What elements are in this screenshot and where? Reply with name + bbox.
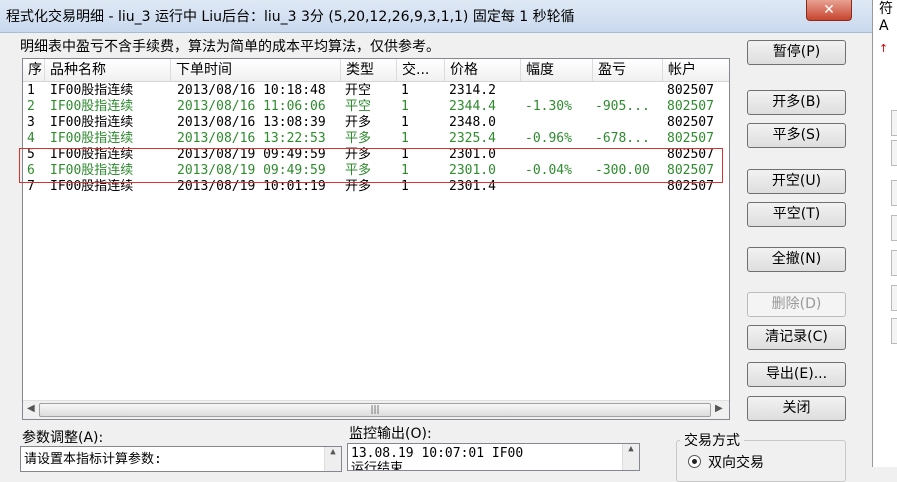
monitor-label: 监控输出(O): [349,426,432,442]
bg-cell [891,285,897,311]
clear-log-button[interactable]: 清记录(C) [747,325,846,350]
cell-type: 平空 [345,99,372,114]
cell-qty: 1 [401,115,409,130]
two-way-radio[interactable] [688,455,701,468]
cancel-all-button[interactable]: 全撤(N) [747,247,846,272]
title-bar: 程式化交易明细 - liu_3 运行中 Liu后台：liu_3 3分 (5,20… [0,0,897,33]
monitor-line-1: 13.08.19 10:07:01 IF00 [351,446,524,461]
col-price[interactable]: 价格 [445,59,521,81]
cell-time: 2013/08/16 13:22:53 [177,131,326,146]
horizontal-scrollbar[interactable]: ◀ ||| ▶ [23,400,729,419]
scroll-thumb[interactable]: ||| [39,403,711,417]
cell-type: 开多 [345,115,372,130]
bg-text-a: A [879,18,889,34]
info-text: 明细表中盈亏不含手续费，算法为简单的成本平均算法，仅供参考。 [20,39,440,55]
trade-mode-label: 交易方式 [680,430,744,450]
bg-cell [891,110,897,136]
cell-name: IF00股指连续 [50,115,134,130]
col-time[interactable]: 下单时间 [171,59,341,81]
close-short-button[interactable]: 平空(T) [747,202,846,227]
cell-account: 802507 [667,99,714,114]
cell-qty: 1 [401,131,409,146]
cell-range: -1.30% [525,99,572,114]
open-short-button[interactable]: 开空(U) [747,169,846,194]
cell-account: 802507 [667,83,714,98]
trade-detail-list[interactable]: 序 品种名称 下单时间 类型 交... 价格 幅度 盈亏 帐户 1 IF00股指连… [22,58,730,420]
close-button[interactable]: 关闭 [747,396,846,421]
col-pnl[interactable]: 盈亏 [593,59,663,81]
scroll-right-icon[interactable]: ▶ [715,403,723,414]
cell-name: IF00股指连续 [50,99,134,114]
cell-type: 平多 [345,131,372,146]
col-range[interactable]: 幅度 [521,59,593,81]
window-title: 程式化交易明细 - liu_3 运行中 Liu后台：liu_3 3分 (5,20… [6,9,575,25]
cell-price: 2348.0 [449,115,496,130]
cell-seq: 2 [27,99,35,114]
params-scroll-up-icon[interactable]: ▲ [324,447,341,471]
cell-qty: 1 [401,99,409,114]
cell-seq: 3 [27,115,35,130]
table-row[interactable]: 3 IF00股指连续 2013/08/16 13:08:39 开多 1 2348.0 802… [23,115,729,131]
cell-seq: 1 [27,83,35,98]
col-type[interactable]: 类型 [341,59,397,81]
cell-range: -0.96% [525,131,572,146]
list-header: 序 品种名称 下单时间 类型 交... 价格 幅度 盈亏 帐户 [23,59,729,82]
close-window-button[interactable]: ✕ [806,0,852,21]
open-long-button[interactable]: 开多(B) [747,90,846,115]
cell-pnl: -905... [595,99,650,114]
export-button[interactable]: 导出(E)... [747,362,846,387]
cell-name: IF00股指连续 [50,131,134,146]
pause-button[interactable]: 暂停(P) [747,40,846,65]
bg-cell [891,215,897,241]
bg-text-fu: 符 [879,1,893,17]
monitor-scroll-up-icon[interactable]: ▲ [622,444,639,470]
cell-pnl: -678... [595,131,650,146]
cell-account: 802507 [667,115,714,130]
table-row[interactable]: 1 IF00股指连续 2013/08/16 10:18:48 开空 1 2314.2 802… [23,83,729,99]
cell-qty: 1 [401,83,409,98]
table-row[interactable]: 2 IF00股指连续 2013/08/16 11:06:06 平空 1 2344.4 -1.… [23,99,729,115]
background-window-edge: 符 A ↑ [872,0,897,467]
delete-button[interactable]: 删除(D) [747,292,846,317]
table-row[interactable]: 4 IF00股指连续 2013/08/16 13:22:53 平多 1 2325.4 -0.… [23,131,729,147]
cell-name: IF00股指连续 [50,83,134,98]
col-seq[interactable]: 序 [23,59,45,81]
two-way-label[interactable]: 双向交易 [708,452,764,472]
cell-time: 2013/08/16 10:18:48 [177,83,326,98]
monitor-line-2: 运行结束 [351,461,404,471]
col-name[interactable]: 品种名称 [45,59,171,81]
bg-cell [891,250,897,276]
cell-price: 2344.4 [449,99,496,114]
close-long-button[interactable]: 平多(S) [747,123,846,148]
cell-seq: 4 [27,131,35,146]
params-field[interactable]: 请设置本指标计算参数: ▲ [20,446,342,472]
params-label: 参数调整(A): [22,430,104,446]
col-qty[interactable]: 交... [397,59,445,81]
bg-cell [891,140,897,166]
cell-price: 2314.2 [449,83,496,98]
cell-time: 2013/08/16 13:08:39 [177,115,326,130]
up-arrow-icon: ↑ [879,42,889,55]
highlight-box [19,148,723,183]
bg-cell [891,318,897,344]
params-text: 请设置本指标计算参数: [24,452,162,467]
cell-account: 802507 [667,131,714,146]
cell-price: 2325.4 [449,131,496,146]
col-account[interactable]: 帐户 [663,59,729,81]
scroll-left-icon[interactable]: ◀ [27,403,35,414]
bg-cell [891,180,897,206]
cell-type: 开空 [345,83,372,98]
cell-time: 2013/08/16 11:06:06 [177,99,326,114]
